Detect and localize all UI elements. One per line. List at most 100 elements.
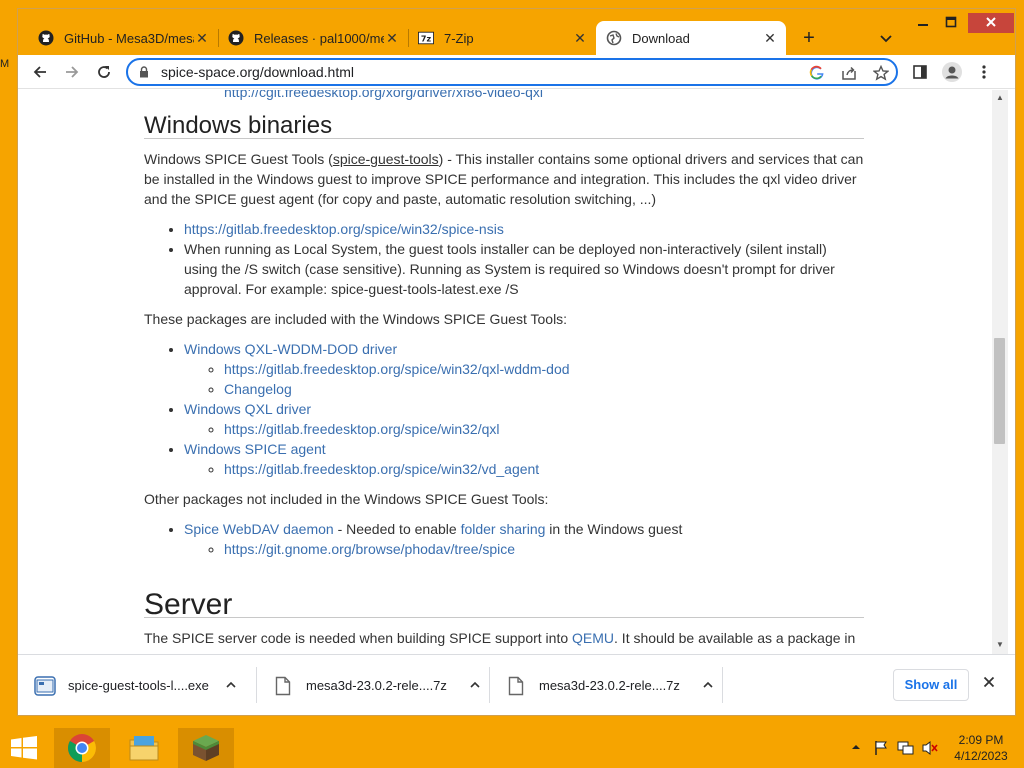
close-icon[interactable]: ✕ [384, 30, 400, 46]
side-panel-icon [913, 65, 927, 79]
taskbar: 2:09 PM 4/12/2023 [0, 728, 1024, 768]
server-paragraph: The SPICE server code is needed when bui… [144, 630, 856, 654]
close-icon [986, 17, 996, 27]
vd-agent-repo-link[interactable]: https://gitlab.freedesktop.org/spice/win… [224, 461, 539, 477]
installer-icon [34, 675, 56, 697]
changelog-link[interactable]: Changelog [224, 381, 292, 397]
qxl-driver-link[interactable]: Windows QXL driver [184, 401, 311, 417]
tab-github-mesa[interactable]: GitHub - Mesa3D/mesa ✕ [28, 21, 219, 55]
grass-block-icon [193, 735, 219, 761]
chevron-up-icon[interactable] [469, 679, 483, 693]
taskbar-minecraft[interactable] [178, 728, 234, 768]
new-tab-button[interactable]: + [798, 27, 820, 50]
bookmark-star-icon[interactable] [872, 64, 890, 82]
back-button[interactable] [27, 59, 53, 85]
tab-strip: GitHub - Mesa3D/mesa ✕ Releases · pal100… [18, 9, 1015, 55]
menu-button[interactable] [973, 61, 995, 83]
scroll-up-icon[interactable]: ▲ [995, 93, 1005, 103]
show-hidden-icons[interactable] [851, 740, 861, 755]
chevron-up-icon[interactable] [702, 679, 716, 693]
address-bar[interactable]: spice-space.org/download.html [126, 58, 898, 86]
folder-icon [129, 736, 159, 761]
guest-tools-list: https://gitlab.freedesktop.org/spice/win… [144, 219, 864, 299]
url-text[interactable]: spice-space.org/download.html [161, 64, 354, 80]
start-button[interactable] [0, 728, 48, 768]
windows-binaries-heading: Windows binaries [144, 114, 864, 139]
list-item: Spice WebDAV daemon - Needed to enable f… [184, 519, 864, 559]
list-item: https://gitlab.freedesktop.org/spice/win… [224, 419, 864, 439]
download-filename: spice-guest-tools-l....exe [68, 678, 209, 693]
tab-search-button[interactable] [876, 28, 896, 48]
browser-window: GitHub - Mesa3D/mesa ✕ Releases · pal100… [17, 8, 1016, 716]
file-icon [505, 675, 527, 697]
close-icon[interactable]: ✕ [572, 30, 588, 46]
other-packages-intro: Other packages not included in the Windo… [144, 491, 549, 507]
github-icon [228, 30, 244, 46]
arrow-right-icon [66, 66, 79, 78]
other-packages-list: Spice WebDAV daemon - Needed to enable f… [144, 519, 864, 559]
folder-sharing-link[interactable]: folder sharing [461, 521, 546, 537]
phodav-link[interactable]: https://git.gnome.org/browse/phodav/tree… [224, 541, 515, 557]
desktop-fragment: M [0, 58, 10, 70]
scroll-down-icon[interactable]: ▼ [995, 640, 1005, 650]
7zip-icon: 7z [418, 30, 434, 46]
windows-logo-icon [11, 736, 37, 760]
spice-agent-link[interactable]: Windows SPICE agent [184, 441, 326, 457]
close-icon[interactable]: ✕ [762, 30, 778, 46]
volume-muted-icon[interactable] [921, 740, 939, 759]
server-heading: Server [144, 590, 864, 620]
share-icon[interactable] [840, 64, 858, 82]
webdav-daemon-link[interactable]: Spice WebDAV daemon [184, 521, 334, 537]
lock-icon [140, 66, 148, 78]
spice-guest-tools-link[interactable]: spice-guest-tools [333, 151, 439, 167]
tab-7zip[interactable]: 7z 7-Zip ✕ [408, 21, 596, 55]
minimize-icon [918, 24, 928, 26]
download-item[interactable]: mesa3d-23.0.2-rele....7z [505, 655, 716, 716]
flag-icon[interactable] [873, 740, 889, 759]
minimize-button[interactable] [908, 13, 938, 33]
svg-text:7z: 7z [421, 35, 432, 44]
side-panel-button[interactable] [909, 61, 931, 83]
close-icon[interactable]: ✕ [194, 30, 210, 46]
included-packages-list: Windows QXL-WDDM-DOD driver https://gitl… [144, 339, 864, 479]
close-downloads-button[interactable] [980, 675, 998, 693]
download-filename: mesa3d-23.0.2-rele....7z [539, 678, 680, 693]
list-item: https://gitlab.freedesktop.org/spice/win… [224, 359, 864, 379]
network-icon[interactable] [897, 740, 915, 759]
chevron-up-icon [852, 745, 860, 749]
download-item[interactable]: mesa3d-23.0.2-rele....7z [272, 655, 483, 716]
xf86-video-qxl-link[interactable]: http://cgit.freedesktop.org/xorg/driver/… [224, 90, 543, 100]
file-icon [272, 675, 294, 697]
maximize-button[interactable] [936, 13, 966, 33]
kebab-menu-icon [982, 65, 986, 79]
tab-title: GitHub - Mesa3D/mesa [64, 30, 194, 46]
list-item: Windows QXL-WDDM-DOD driver https://gitl… [184, 339, 864, 399]
windows-guest-tools-paragraph: Windows SPICE Guest Tools (spice-guest-t… [144, 151, 864, 207]
qxl-wddm-dod-repo-link[interactable]: https://gitlab.freedesktop.org/spice/win… [224, 361, 570, 377]
profile-button[interactable] [941, 61, 963, 83]
spice-nsis-link[interactable]: https://gitlab.freedesktop.org/spice/win… [184, 221, 504, 237]
system-clock[interactable]: 2:09 PM 4/12/2023 [946, 732, 1016, 764]
tab-releases-pal1000[interactable]: Releases · pal1000/mesa ✕ [218, 21, 409, 55]
reload-icon [98, 66, 110, 78]
tab-title: Download [632, 30, 690, 46]
scrollbar-thumb[interactable] [994, 338, 1005, 444]
forward-button[interactable] [59, 59, 85, 85]
window-close-button[interactable] [968, 13, 1014, 33]
download-item[interactable]: spice-guest-tools-l....exe [34, 655, 239, 716]
qxl-repo-link[interactable]: https://gitlab.freedesktop.org/spice/win… [224, 421, 500, 437]
taskbar-chrome[interactable] [54, 728, 110, 768]
reload-button[interactable] [91, 59, 117, 85]
qemu-link[interactable]: QEMU [572, 630, 614, 646]
show-all-button[interactable]: Show all [893, 669, 969, 701]
github-icon [38, 30, 54, 46]
page-scrollbar[interactable]: ▲ ▼ [992, 90, 1008, 654]
tab-title: Releases · pal1000/mesa [254, 30, 384, 46]
qxl-wddm-dod-link[interactable]: Windows QXL-WDDM-DOD driver [184, 341, 397, 357]
list-item: https://gitlab.freedesktop.org/spice/win… [224, 459, 864, 479]
tab-download[interactable]: Download ✕ [596, 21, 786, 55]
chevron-up-icon[interactable] [225, 679, 239, 693]
google-icon[interactable] [808, 64, 826, 82]
taskbar-file-explorer[interactable] [116, 728, 172, 768]
list-item: https://git.gnome.org/browse/phodav/tree… [224, 539, 864, 559]
